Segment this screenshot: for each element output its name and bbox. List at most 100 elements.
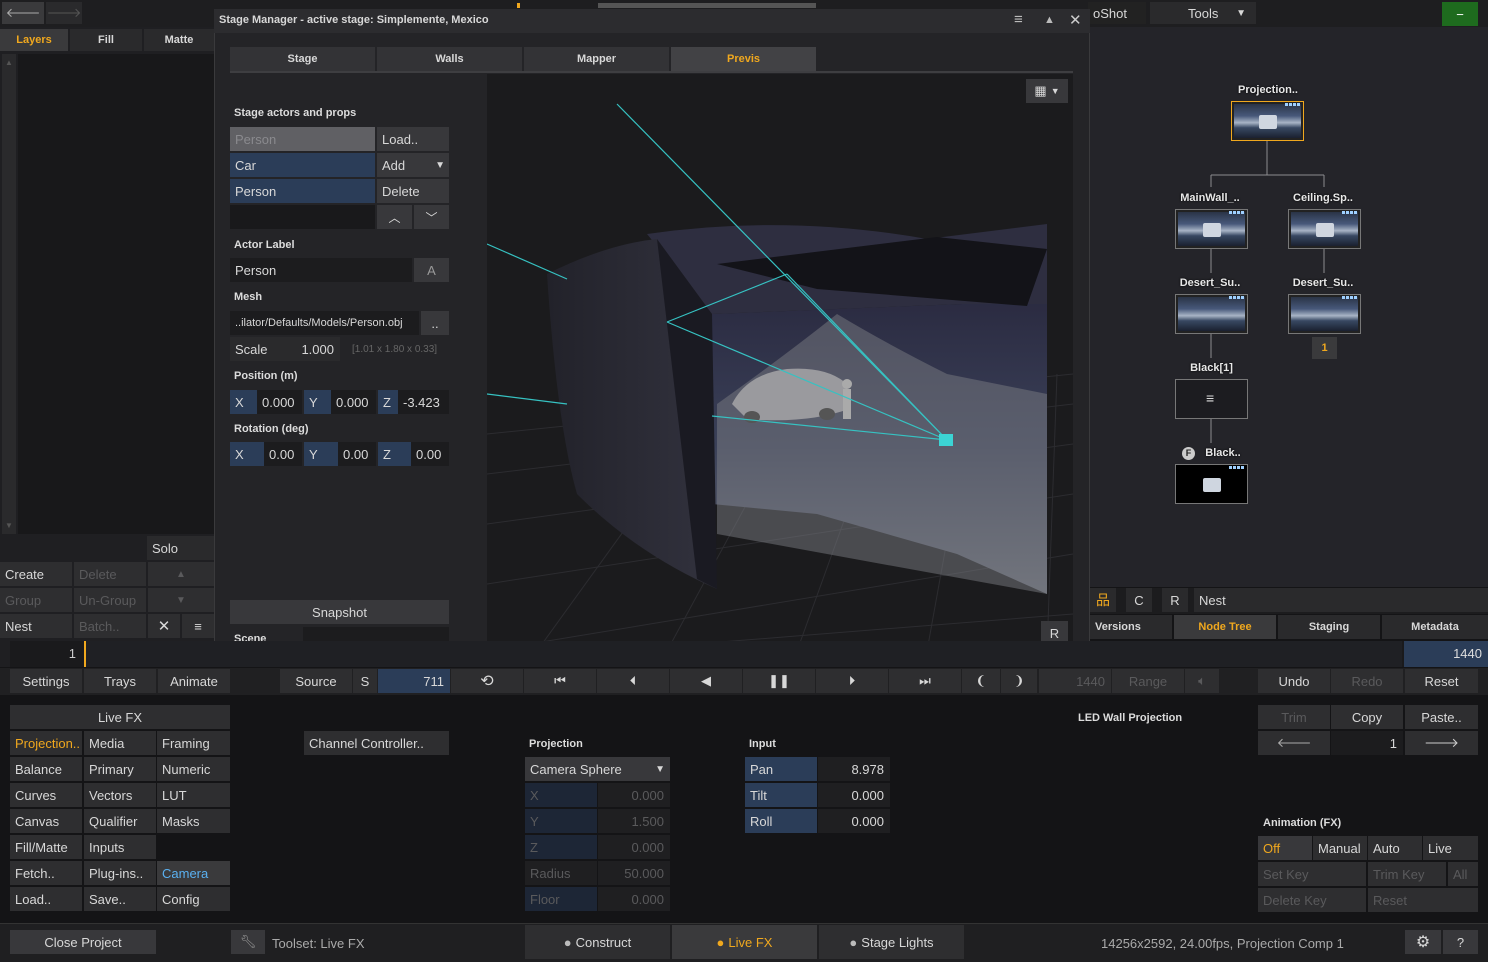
fx-projection[interactable]: Projection..	[10, 731, 82, 755]
batch-button[interactable]: Batch..	[74, 614, 146, 638]
layers-scrollbar[interactable]: ▲ ▼	[2, 54, 16, 534]
projection-z-input[interactable]: 0.000	[598, 835, 670, 859]
rotation-y-input[interactable]: 0.00	[338, 442, 376, 466]
trim-key-button[interactable]: Trim Key	[1368, 862, 1446, 886]
tab-previs[interactable]: Previs	[671, 47, 816, 71]
help-button[interactable]: ?	[1443, 930, 1478, 954]
delete-layer-button[interactable]: Delete	[74, 562, 146, 586]
rotation-x-input[interactable]: 0.00	[264, 442, 302, 466]
fx-canvas[interactable]: Canvas	[10, 809, 82, 833]
tab-mapper[interactable]: Mapper	[524, 47, 669, 71]
fx-primary[interactable]: Primary	[84, 757, 156, 781]
anim-auto-button[interactable]: Auto	[1368, 836, 1422, 860]
load-actor-button[interactable]: Load..	[377, 127, 449, 151]
goto-start-button[interactable]: ⏮	[524, 669, 596, 693]
node-ceiling[interactable]	[1288, 209, 1361, 249]
redo-button[interactable]: Redo	[1331, 669, 1403, 693]
tab-node-tree[interactable]: Node Tree	[1174, 615, 1276, 639]
loop-button[interactable]: ⟲	[451, 669, 523, 693]
actor-item-person-1[interactable]: Person	[230, 127, 375, 151]
s-button[interactable]: S	[353, 669, 377, 693]
play-reverse-button[interactable]: ◀	[670, 669, 742, 693]
projection-floor-input[interactable]: 0.000	[598, 887, 670, 911]
tab-construct[interactable]: ● Construct	[525, 925, 670, 959]
audio-button[interactable]: 🔈︎	[1185, 669, 1219, 693]
delete-actor-button[interactable]: Delete	[377, 179, 449, 203]
channel-controller-button[interactable]: Channel Controller..	[304, 731, 449, 755]
stage-manager-titlebar[interactable]: Stage Manager - active stage: Simplement…	[214, 9, 1090, 33]
fx-numeric[interactable]: Numeric	[157, 757, 230, 781]
reset-key-button[interactable]: Reset	[1368, 888, 1478, 912]
step-back-button[interactable]: ⏴	[597, 669, 669, 693]
set-key-button[interactable]: Set Key	[1258, 862, 1366, 886]
mesh-browse-button[interactable]: ..	[421, 311, 449, 335]
paste-button[interactable]: Paste..	[1405, 705, 1478, 729]
fx-config[interactable]: Config	[157, 887, 230, 911]
timeline-track[interactable]	[86, 641, 1402, 667]
actor-label-apply-button[interactable]: A	[414, 258, 449, 282]
node-desert-1[interactable]	[1175, 294, 1248, 334]
tab-fill[interactable]: Fill	[70, 29, 142, 51]
position-x-input[interactable]: 0.000	[257, 390, 302, 414]
ungroup-button[interactable]: Un-Group	[74, 588, 146, 612]
group-button[interactable]: Group	[0, 588, 72, 612]
close-project-button[interactable]: Close Project	[10, 930, 156, 954]
timeline[interactable]: 1 1440	[10, 641, 1488, 667]
tab-stage[interactable]: Stage	[230, 47, 375, 71]
hierarchy-button[interactable]: 品	[1090, 588, 1116, 612]
move-up-button[interactable]: ▲	[148, 562, 214, 586]
trim-button[interactable]: Trim	[1258, 705, 1330, 729]
close-icon[interactable]: ✕	[1069, 11, 1082, 29]
tab-stage-lights[interactable]: ● Stage Lights	[819, 925, 964, 959]
tab-metadata[interactable]: Metadata	[1382, 615, 1488, 639]
fx-framing[interactable]: Framing	[157, 731, 230, 755]
nest-layer-button[interactable]: Nest	[0, 614, 72, 638]
fx-camera[interactable]: Camera	[157, 861, 230, 885]
node-black-2[interactable]	[1175, 464, 1248, 504]
fx-vectors[interactable]: Vectors	[84, 783, 156, 807]
snapshot-button[interactable]: Snapshot	[230, 600, 449, 624]
toolset-wrench-button[interactable]: 🔧︎	[231, 930, 265, 954]
settings-gear-button[interactable]: ⚙	[1405, 930, 1441, 954]
actor-label-input[interactable]: Person	[230, 258, 412, 282]
create-button[interactable]: Create	[0, 562, 72, 586]
minimize-button[interactable]: −	[1442, 2, 1478, 26]
fx-inputs[interactable]: Inputs	[84, 835, 156, 859]
mark-in-button[interactable]: ❨	[962, 669, 1000, 693]
projection-y-input[interactable]: 1.500	[598, 809, 670, 833]
pause-button[interactable]: ❚❚	[743, 669, 815, 693]
node-black-1[interactable]: ≡	[1175, 379, 1248, 419]
node-nest-button[interactable]: Nest	[1194, 588, 1488, 612]
mark-out-button[interactable]: ❩	[1001, 669, 1037, 693]
fx-plugins[interactable]: Plug-ins..	[84, 861, 156, 885]
layers-menu-button[interactable]: ≡	[182, 614, 214, 638]
fx-media[interactable]: Media	[84, 731, 156, 755]
tab-matte[interactable]: Matte	[144, 29, 214, 51]
fx-balance[interactable]: Balance	[10, 757, 82, 781]
back-button[interactable]: 🡐	[2, 2, 44, 24]
actor-list-empty[interactable]	[230, 205, 375, 229]
scroll-down-icon[interactable]: ▼	[5, 521, 13, 530]
copy-button[interactable]: Copy	[1331, 705, 1403, 729]
position-y-input[interactable]: 0.000	[331, 390, 376, 414]
fx-load[interactable]: Load..	[10, 887, 82, 911]
delete-key-button[interactable]: Delete Key	[1258, 888, 1366, 912]
fx-fill-matte[interactable]: Fill/Matte	[10, 835, 82, 859]
previs-viewport[interactable]	[487, 74, 1073, 651]
projection-mode-dropdown[interactable]: Camera Sphere ▼	[525, 757, 670, 781]
fx-curves[interactable]: Curves	[10, 783, 82, 807]
trays-button[interactable]: Trays	[84, 669, 156, 693]
actor-down-button[interactable]: ﹀	[414, 205, 449, 229]
fx-qualifier[interactable]: Qualifier	[84, 809, 156, 833]
next-slot-button[interactable]: 🡒	[1405, 731, 1478, 755]
node-c-button[interactable]: C	[1126, 588, 1152, 612]
scale-input[interactable]: 1.000	[290, 337, 340, 361]
fx-save[interactable]: Save..	[84, 887, 156, 911]
clear-button[interactable]: ✕	[148, 614, 180, 638]
actor-item-car[interactable]: Car	[230, 153, 375, 177]
prev-slot-button[interactable]: 🡐	[1258, 731, 1330, 755]
slot-index-input[interactable]: 1	[1331, 731, 1403, 755]
node-desert-2[interactable]	[1288, 294, 1361, 334]
node-r-button[interactable]: R	[1162, 588, 1188, 612]
rotation-z-input[interactable]: 0.00	[411, 442, 449, 466]
